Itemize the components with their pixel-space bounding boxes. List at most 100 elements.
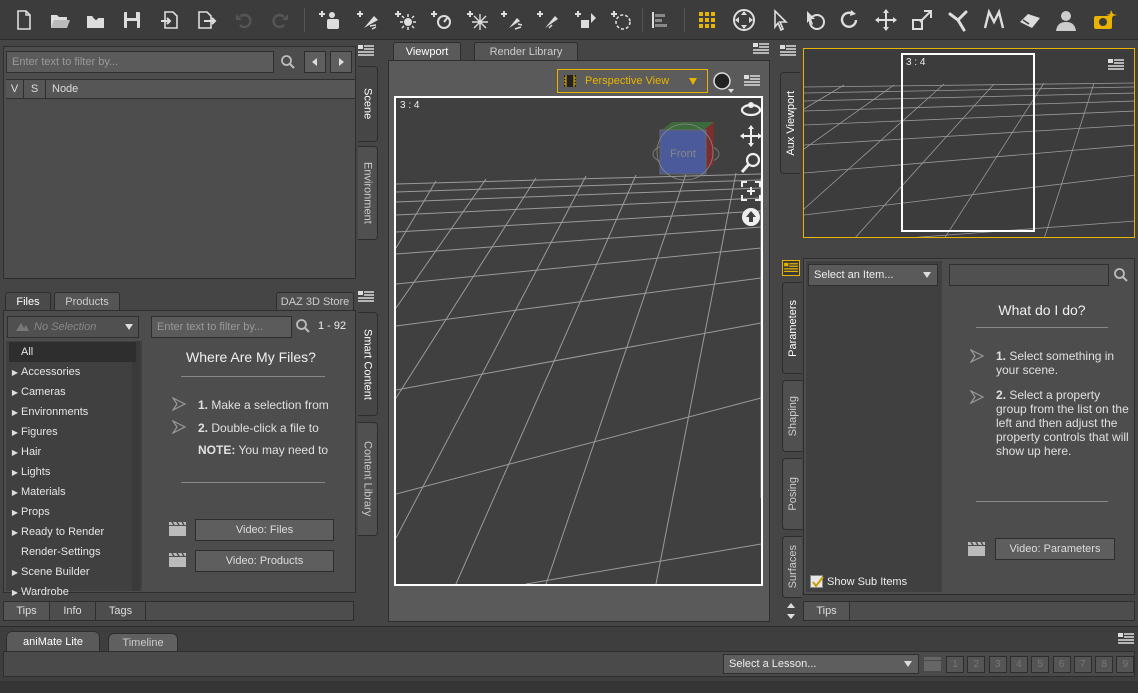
scene-panel-menu-icon[interactable] [358,44,376,60]
content-panel-menu-icon[interactable] [358,290,376,306]
tab-environment[interactable]: Environment [358,146,378,240]
lesson-number-button[interactable]: 7 [1073,656,1092,673]
node-selection-button[interactable] [766,6,794,34]
spot-light-button[interactable] [498,6,526,34]
undo-button[interactable] [230,6,258,34]
merge-button[interactable] [82,6,110,34]
lesson-number-button[interactable]: 5 [1031,656,1050,673]
align-button[interactable] [646,6,674,34]
lesson-number-button[interactable]: 9 [1116,656,1135,673]
tab-parameters[interactable]: Parameters [782,282,802,374]
linear-light-button[interactable] [464,6,492,34]
universal-tool-button[interactable] [730,6,758,34]
view-select-dropdown[interactable]: Perspective View [557,69,708,93]
category-item[interactable]: ▶ Lights [9,462,136,482]
new-primitive-button[interactable] [572,6,600,34]
rotate-tool-button[interactable] [836,6,864,34]
aux-viewport-canvas[interactable] [803,48,1135,238]
tab-render-library[interactable]: Render Library [474,42,578,60]
lesson-number-button[interactable]: 2 [967,656,986,673]
surface-selection-button[interactable] [1016,6,1044,34]
category-item[interactable]: ▶ Cameras [9,382,136,402]
tab-animate-lite[interactable]: aniMate Lite [6,631,100,651]
reset-view-icon[interactable] [740,206,762,231]
expand-arrow-icon[interactable]: ▶ [9,388,21,397]
expand-arrow-icon[interactable]: ▶ [9,568,21,577]
search-icon[interactable] [295,318,313,336]
category-item[interactable]: ▶ Figures [9,422,136,442]
next-button[interactable] [330,51,352,73]
tab-smart-content[interactable]: Smart Content [358,312,378,416]
category-item[interactable]: ▶ Props [9,502,136,522]
expand-arrow-icon[interactable]: ▶ [9,588,21,597]
expand-arrow-icon[interactable]: ▶ [9,408,21,417]
category-item[interactable]: ▶ Scene Builder [9,562,136,582]
visibility-column-header[interactable]: V [6,80,24,98]
translate-tool-button[interactable] [872,6,900,34]
spotlight-button[interactable] [354,6,382,34]
new-scene-button[interactable] [10,6,38,34]
tab-surfaces[interactable]: Surfaces [782,536,802,598]
tab-info[interactable]: Info [50,602,96,620]
selection-dropdown[interactable]: No Selection [7,316,139,338]
tab-scene[interactable]: Scene [358,66,378,142]
orbit-icon[interactable] [740,98,762,123]
expand-arrow-icon[interactable]: ▶ [9,508,21,517]
figure-tool-button[interactable] [1052,6,1080,34]
expand-arrow-icon[interactable]: ▶ [9,448,21,457]
category-item[interactable]: ▶ Environments [9,402,136,422]
tab-scroll-arrows[interactable] [784,600,798,622]
category-item[interactable]: ▶ Hair [9,442,136,462]
active-pose-button[interactable] [694,6,722,34]
tab-viewport[interactable]: Viewport [393,42,461,60]
category-item[interactable]: ▶ Materials [9,482,136,502]
render-button[interactable] [1090,6,1118,34]
video-parameters-button[interactable]: Video: Parameters [995,538,1115,560]
video-products-button[interactable]: Video: Products [195,550,334,572]
lesson-video-icon[interactable] [922,655,944,676]
point-light-button[interactable] [392,6,420,34]
category-item[interactable]: Render-Settings [9,542,136,562]
new-figure-button[interactable] [316,6,344,34]
tab-tips[interactable]: Tips [804,602,850,620]
distant-light-button[interactable] [428,6,456,34]
expand-arrow-icon[interactable]: ▶ [9,528,21,537]
category-item[interactable]: All [9,342,136,362]
tab-tags[interactable]: Tags [96,602,146,620]
scene-filter-input[interactable]: Enter text to filter by... [6,51,274,73]
expand-arrow-icon[interactable]: ▶ [9,468,21,477]
expand-arrow-icon[interactable]: ▶ [9,428,21,437]
tab-daz-store[interactable]: DAZ 3D Store [276,292,354,310]
viewport-menu-icon[interactable] [744,74,762,90]
selection-column-header[interactable]: S [24,80,46,98]
draw-style-button[interactable] [712,71,734,93]
pan-icon[interactable] [740,125,762,150]
category-item[interactable]: ▶ Wardrobe [9,582,136,602]
redo-button[interactable] [266,6,294,34]
geometry-editor-button[interactable] [980,6,1008,34]
expand-arrow-icon[interactable]: ▶ [9,368,21,377]
lesson-number-button[interactable]: 4 [1009,656,1028,673]
frame-icon[interactable] [740,180,762,205]
expand-arrow-icon[interactable]: ▶ [9,488,21,497]
joint-editor-button[interactable] [944,6,972,34]
tab-timeline[interactable]: Timeline [108,633,178,651]
open-button[interactable] [46,6,74,34]
previous-button[interactable] [304,51,326,73]
node-column-header[interactable]: Node [46,80,355,98]
zoom-icon[interactable] [740,152,762,177]
aux-panel-menu-icon[interactable] [780,44,798,60]
tab-products[interactable]: Products [54,292,120,310]
viewport-panel-menu-icon[interactable] [753,42,771,58]
tab-shaping[interactable]: Shaping [782,380,802,452]
lesson-number-button[interactable]: 3 [988,656,1007,673]
scale-tool-button[interactable] [908,6,936,34]
lesson-number-button[interactable]: 1 [946,656,964,673]
view-cube[interactable]: Front [650,118,720,182]
uber-light-button[interactable] [534,6,562,34]
lesson-select-dropdown[interactable]: Select a Lesson... [723,654,919,674]
tab-posing[interactable]: Posing [782,458,802,530]
timeline-menu-icon[interactable] [1118,632,1136,648]
show-sub-items-checkbox[interactable] [810,575,824,588]
tab-files[interactable]: Files [5,292,51,310]
